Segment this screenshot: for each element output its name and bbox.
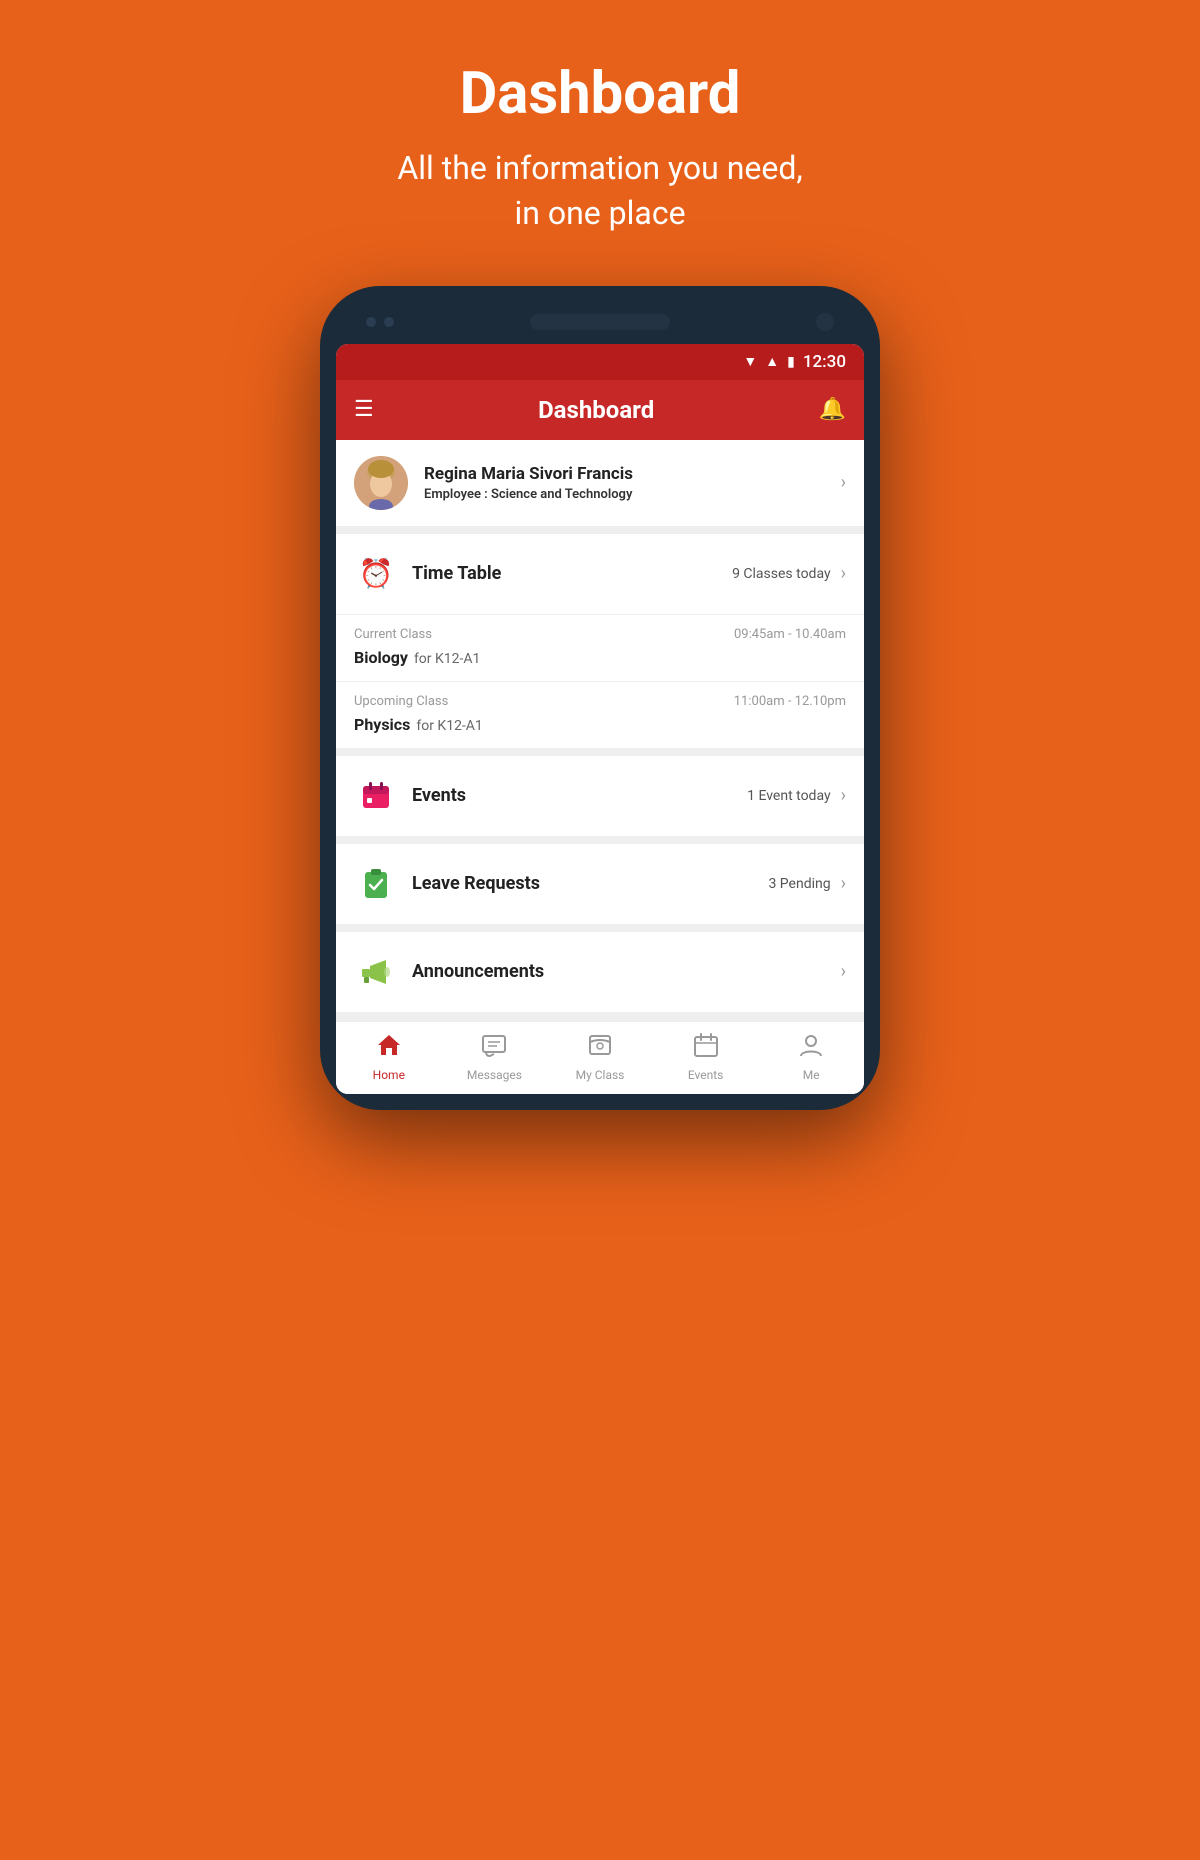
timetable-title: Time Table [412, 563, 732, 584]
events-icon [354, 774, 398, 818]
phone-dot-1 [366, 317, 376, 327]
upcoming-class-meta: Upcoming Class 11:00am - 12.10pm [354, 694, 846, 709]
timetable-card-row[interactable]: ⏰ Time Table 9 Classes today › [336, 534, 864, 614]
announcements-chevron-icon: › [841, 961, 846, 982]
announcements-card-row[interactable]: Announcements › [336, 932, 864, 1012]
nav-item-my-class[interactable]: My Class [547, 1032, 653, 1082]
upcoming-class-time: 11:00am - 12.10pm [734, 694, 846, 709]
nav-label-messages: Messages [467, 1068, 522, 1082]
app-bar: ☰ Dashboard 🔔 [336, 380, 864, 440]
page-header: Dashboard All the information you need,i… [397, 60, 802, 236]
timetable-icon: ⏰ [354, 552, 398, 596]
page-title: Dashboard [397, 60, 802, 128]
profile-chevron-icon: › [841, 472, 846, 493]
upcoming-class-name: Physics for K12-A1 [354, 715, 846, 734]
phone-camera [816, 313, 834, 331]
nav-item-me[interactable]: Me [758, 1032, 864, 1082]
me-icon [798, 1032, 824, 1064]
profile-role: Employee : Science and Technology [424, 487, 841, 502]
profile-info: Regina Maria Sivori Francis Employee : S… [424, 464, 841, 502]
current-class-meta: Current Class 09:45am - 10.40am [354, 627, 846, 642]
timetable-count: 9 Classes today [732, 566, 831, 582]
bell-icon[interactable]: 🔔 [819, 397, 846, 422]
upcoming-class-group: for K12-A1 [416, 718, 482, 734]
current-class-group: for K12-A1 [414, 651, 480, 667]
upcoming-class-label: Upcoming Class [354, 694, 448, 709]
app-bar-title: Dashboard [538, 396, 654, 424]
status-bar: ▼ ▲ ▮ 12:30 [336, 344, 864, 380]
events-title: Events [412, 785, 747, 806]
messages-icon [481, 1032, 507, 1064]
avatar [354, 456, 408, 510]
leave-requests-card[interactable]: Leave Requests 3 Pending › [336, 844, 864, 924]
profile-card[interactable]: Regina Maria Sivori Francis Employee : S… [336, 440, 864, 526]
announcements-title: Announcements [412, 961, 831, 982]
phone-dot-2 [384, 317, 394, 327]
leave-requests-card-row[interactable]: Leave Requests 3 Pending › [336, 844, 864, 924]
nav-item-events[interactable]: Events [653, 1032, 759, 1082]
events-count: 1 Event today [747, 788, 830, 804]
nav-item-messages[interactable]: Messages [442, 1032, 548, 1082]
home-icon [376, 1032, 402, 1064]
current-class-subject: Biology [354, 648, 408, 667]
nav-label-me: Me [803, 1068, 820, 1082]
nav-label-events: Events [688, 1068, 724, 1082]
current-class-detail: Current Class 09:45am - 10.40am Biology f… [336, 614, 864, 681]
timetable-card: ⏰ Time Table 9 Classes today › Current C… [336, 534, 864, 748]
status-time: 12:30 [803, 352, 846, 372]
events-chevron-icon: › [841, 785, 846, 806]
leave-requests-title: Leave Requests [412, 873, 768, 894]
wifi-icon: ▼ [743, 353, 757, 370]
current-class-name: Biology for K12-A1 [354, 648, 846, 667]
leave-requests-icon [354, 862, 398, 906]
page-subtitle: All the information you need,in one plac… [397, 146, 802, 236]
leave-requests-count: 3 Pending [768, 876, 830, 892]
events-card[interactable]: Events 1 Event today › [336, 756, 864, 836]
current-class-time: 09:45am - 10.40am [734, 627, 846, 642]
upcoming-class-subject: Physics [354, 715, 410, 734]
events-nav-icon [693, 1032, 719, 1064]
phone-top-bar [336, 314, 864, 330]
current-class-label: Current Class [354, 627, 432, 642]
phone-speaker [530, 314, 670, 330]
upcoming-class-detail: Upcoming Class 11:00am - 12.10pm Physics… [336, 681, 864, 748]
status-icons: ▼ ▲ ▮ 12:30 [743, 352, 846, 372]
timetable-chevron-icon: › [841, 563, 846, 584]
events-card-row[interactable]: Events 1 Event today › [336, 756, 864, 836]
content-area: Regina Maria Sivori Francis Employee : S… [336, 440, 864, 1094]
role-value: Science and Technology [491, 487, 632, 502]
battery-icon: ▮ [787, 354, 795, 370]
announcements-icon [354, 950, 398, 994]
role-label: Employee : [424, 487, 488, 502]
signal-icon: ▲ [765, 353, 779, 370]
nav-item-home[interactable]: Home [336, 1032, 442, 1082]
phone-screen: ▼ ▲ ▮ 12:30 ☰ Dashboard 🔔 [336, 344, 864, 1094]
hamburger-icon[interactable]: ☰ [354, 397, 374, 422]
nav-label-my-class: My Class [576, 1068, 625, 1082]
announcements-card[interactable]: Announcements › [336, 932, 864, 1012]
profile-name: Regina Maria Sivori Francis [424, 464, 841, 484]
bottom-nav: Home Messages [336, 1020, 864, 1094]
leave-chevron-icon: › [841, 873, 846, 894]
phone-dots [366, 317, 394, 327]
phone-shell: ▼ ▲ ▮ 12:30 ☰ Dashboard 🔔 [320, 286, 880, 1110]
nav-label-home: Home [373, 1068, 405, 1082]
my-class-icon [587, 1032, 613, 1064]
